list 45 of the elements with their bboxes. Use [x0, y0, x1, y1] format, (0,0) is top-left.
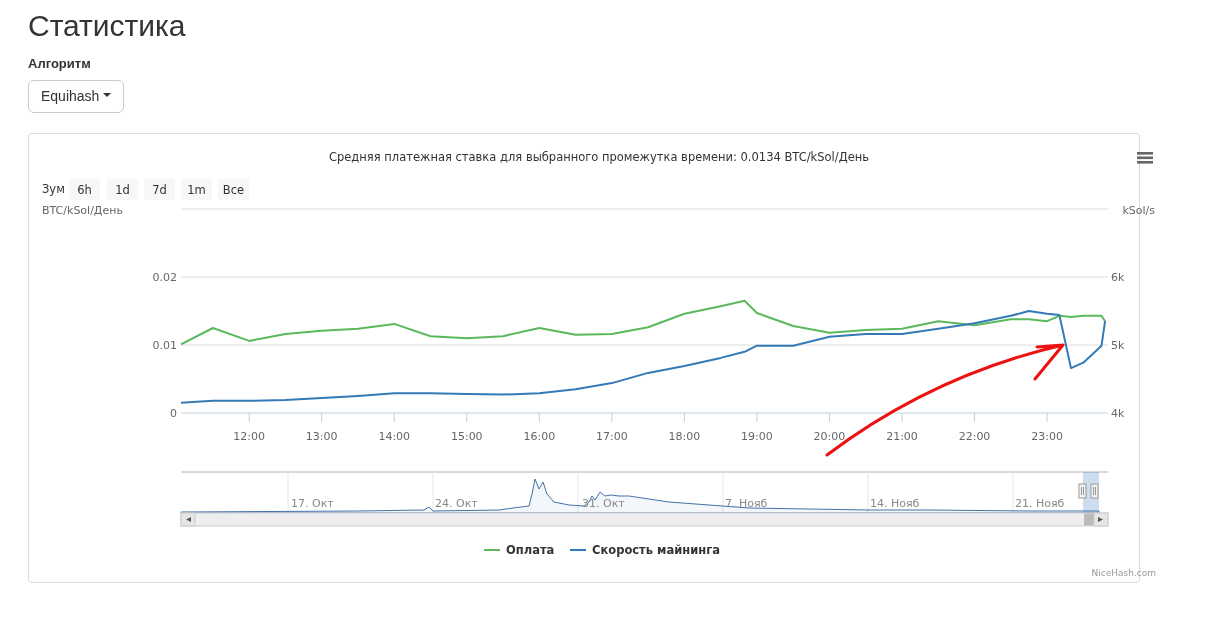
x-tick-label: 18:00: [668, 429, 701, 443]
x-tick-label: 12:00: [233, 429, 266, 443]
algorithm-label: Алгоритм: [28, 55, 92, 73]
navigator-date-label: 7. Нояб: [725, 496, 768, 510]
navigator-date-label: 17. Окт: [291, 496, 334, 510]
menu-icon[interactable]: [1137, 151, 1153, 164]
x-tick-label: 23:00: [1031, 429, 1063, 443]
x-tick-label: 19:00: [741, 429, 773, 443]
zoom-label: Зум: [42, 181, 65, 196]
y-tick-label: 0: [170, 406, 177, 420]
x-tick-label: 21:00: [886, 429, 918, 443]
x-tick-label: 15:00: [450, 429, 483, 443]
legend-label: Скорость майнинга: [592, 542, 720, 557]
navigator-handle[interactable]: [1078, 483, 1087, 498]
navigator-handle[interactable]: [1090, 483, 1099, 498]
legend-item[interactable]: Скорость майнинга: [569, 542, 720, 557]
scroll-left-button[interactable]: [180, 512, 196, 526]
zoom-button[interactable]: 6h: [69, 178, 100, 200]
navigator-date-label: 24. Окт: [435, 496, 478, 510]
algorithm-dropdown[interactable]: Equihash: [28, 79, 124, 113]
zoom-button[interactable]: 7d: [144, 178, 175, 200]
x-tick-label: 16:00: [523, 429, 556, 443]
legend-label: Оплата: [506, 542, 555, 557]
scrollbar-thumb[interactable]: [1084, 513, 1094, 525]
zoom-button[interactable]: 1m: [181, 178, 212, 200]
y-axis-title: BTC/kSol/День: [42, 203, 123, 217]
zoom-button[interactable]: 1d: [107, 178, 138, 200]
y-axis-title: kSol/s: [1122, 203, 1155, 217]
y-tick-label: 6k: [1111, 270, 1125, 284]
navigator-date-label: 14. Нояб: [870, 496, 920, 510]
y-tick-label: 0.02: [152, 270, 177, 284]
y-tick-label: 0.01: [152, 338, 177, 352]
y-tick-label: 5k: [1111, 338, 1125, 352]
x-tick-label: 17:00: [596, 429, 628, 443]
x-tick-label: 13:00: [305, 429, 338, 443]
x-tick-label: 20:00: [813, 429, 846, 443]
y-tick-label: 4k: [1111, 406, 1125, 420]
chart-title: Средняя платежная ставка для выбранного промежутка времени: 0.0134 BTC/kSol/День: [329, 149, 869, 164]
x-tick-label: 14:00: [378, 429, 411, 443]
x-tick-label: 22:00: [958, 429, 991, 443]
zoom-button[interactable]: Все: [218, 178, 249, 200]
legend-item[interactable]: Оплата: [483, 542, 555, 557]
navigator-date-label: 21. Нояб: [1015, 496, 1065, 510]
page-title: Статистика: [28, 8, 187, 44]
scroll-right-button[interactable]: [1093, 512, 1109, 526]
